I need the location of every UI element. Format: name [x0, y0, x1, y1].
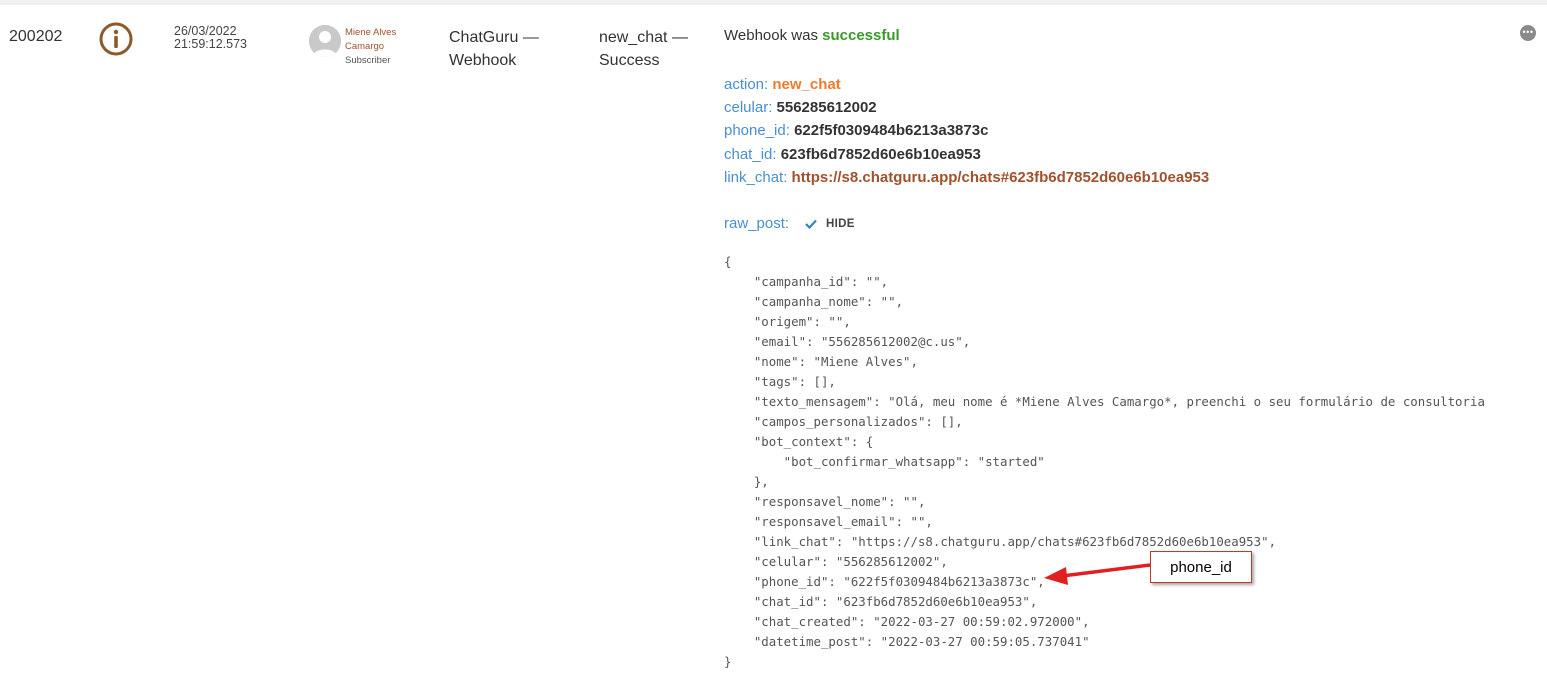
raw-post-json: { "campanha_id": "", "campanha_nome": ""… [724, 254, 1485, 670]
top-divider [0, 0, 1547, 5]
info-circle-icon [99, 22, 133, 56]
log-event: new_chat — Success [599, 26, 688, 72]
field-value: 556285612002 [776, 99, 877, 117]
user-name-line2[interactable]: Camargo [345, 40, 396, 54]
headline-prefix: Webhook was [724, 27, 818, 44]
field-action: action: new_chat [724, 76, 841, 93]
field-value: 622f5f0309484b6213a3873c [794, 122, 989, 140]
log-id: 200202 [9, 28, 63, 45]
field-key: celular [724, 99, 769, 117]
field-chat-id: chat_id: 623fb6d7852d60e6b10ea953 [724, 145, 981, 163]
field-key: action [724, 76, 765, 93]
log-source: ChatGuru — Webhook [449, 26, 539, 72]
headline-status: successful [822, 27, 900, 44]
field-key: phone_id [724, 122, 786, 140]
annotation-arrow [1044, 563, 1151, 585]
field-link-chat: link_chat: https://s8.chatguru.app/chats… [724, 168, 1210, 186]
field-key: chat_id [724, 145, 773, 163]
user-name-line1[interactable]: Miene Alves [345, 26, 396, 40]
raw-post-label: raw_post: [724, 215, 790, 233]
source-line2: Webhook [449, 52, 517, 69]
chat-link[interactable]: https://s8.chatguru.app/chats#623fb6d785… [792, 169, 1210, 186]
field-phone-id: phone_id: 622f5f0309484b6213a3873c [724, 122, 989, 140]
hide-label: HIDE [826, 218, 855, 231]
raw-post-row: raw_post: HIDE [724, 214, 1514, 234]
log-timestamp: 26/03/2022 21:59:12.573 [174, 25, 247, 51]
hide-raw-button[interactable]: HIDE [805, 214, 855, 234]
source-line1: ChatGuru — [449, 29, 539, 46]
field-celular: celular: 556285612002 [724, 99, 877, 117]
checkmark-icon [805, 219, 817, 230]
event-line1: new_chat — [599, 29, 688, 46]
field-value: new_chat [772, 76, 841, 93]
avatar[interactable] [309, 25, 341, 57]
annotation-callout: phone_id [1150, 551, 1252, 583]
detail-fields: action: new_chat celular: 556285612002 p… [724, 73, 1514, 189]
field-value: 623fb6d7852d60e6b10ea953 [780, 145, 981, 163]
user-info: Miene Alves Camargo Subscriber [345, 26, 396, 68]
event-line2: Success [599, 52, 660, 69]
log-time: 21:59:12.573 [174, 37, 247, 51]
detail-headline: Webhook was successful [724, 26, 1514, 46]
ellipsis-icon[interactable]: ••• [1520, 25, 1536, 41]
field-key: link_chat [724, 168, 784, 186]
user-role: Subscriber [345, 55, 391, 66]
